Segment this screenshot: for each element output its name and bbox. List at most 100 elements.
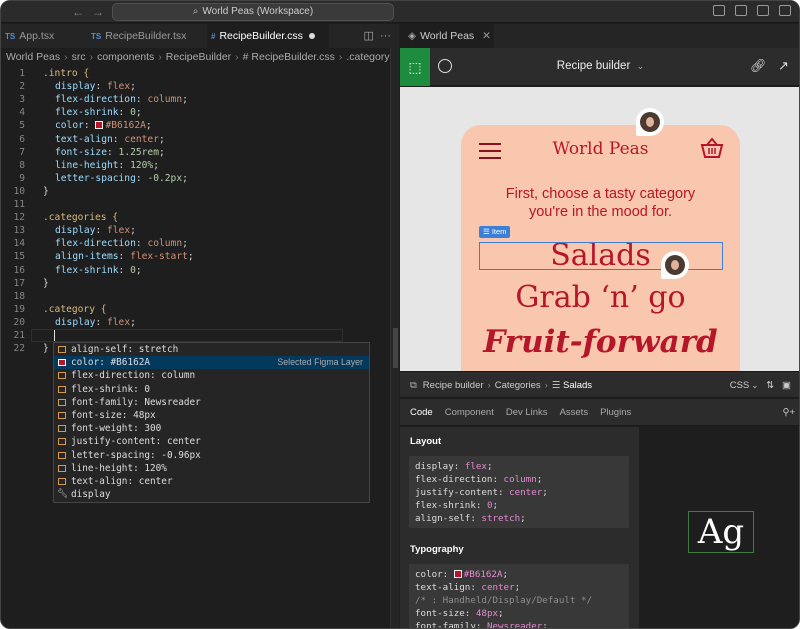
tab-recipebuilder-tsx[interactable]: TS RecipeBuilder.tsx xyxy=(87,24,205,48)
breadcrumb-item[interactable]: components xyxy=(97,51,154,63)
tab-plugins[interactable]: Plugins xyxy=(600,407,631,418)
tab-recipebuilder-css[interactable]: # RecipeBuilder.css xyxy=(207,24,329,48)
code-line[interactable]: 12 .categories { xyxy=(1,211,391,224)
css-value: Newsreader xyxy=(486,621,543,629)
add-link-icon[interactable]: ⚲+ xyxy=(782,399,795,426)
breadcrumb-item[interactable]: Recipe builder xyxy=(423,380,484,391)
tab-assets[interactable]: Assets xyxy=(560,407,589,418)
tab-dev-links[interactable]: Dev Links xyxy=(506,407,548,418)
css-icon: # xyxy=(211,32,216,41)
command-center-search[interactable]: ⌕ World Peas (Workspace) xyxy=(112,3,394,21)
code-line[interactable]: 14 flex-direction: column; xyxy=(1,237,391,250)
tab-app-tsx[interactable]: TS App.tsx xyxy=(1,24,87,48)
settings-sliders-icon[interactable]: ⇅ xyxy=(766,380,774,391)
intro-text: First, choose a tasty category you're in … xyxy=(461,185,740,221)
suggestion-item[interactable]: color: #B6162A Selected Figma Layer xyxy=(54,356,369,370)
scrollbar-thumb[interactable] xyxy=(393,328,398,368)
layout-code-block[interactable]: display: flex; flex-direction: column; jus… xyxy=(409,456,629,528)
css-property: font-family xyxy=(415,621,476,629)
code-line[interactable]: 13 display: flex; xyxy=(1,224,391,237)
suggestion-item[interactable]: text-align: center xyxy=(54,475,369,488)
code-line[interactable]: 16 flex-shrink: 0; xyxy=(1,264,391,277)
code-text: flex-shrink: 0; xyxy=(55,264,142,276)
suggestion-item[interactable]: font-size: 48px xyxy=(54,409,369,422)
toggle-sidebar-icon[interactable] xyxy=(712,5,725,16)
wrench-icon: 🔧︎ xyxy=(57,489,69,500)
suggestion-item[interactable]: font-weight: 300 xyxy=(54,422,369,435)
link-icon[interactable]: 🔗︎ xyxy=(750,58,767,74)
editor-scrollbar[interactable] xyxy=(390,48,399,628)
code-line[interactable]: 10} xyxy=(1,185,391,198)
code-line: display: flex; xyxy=(415,461,493,472)
suggestion-item[interactable]: line-height: 120% xyxy=(54,462,369,475)
line-number: 8 xyxy=(19,159,25,171)
code-line[interactable]: 6 text-align: center; xyxy=(1,133,391,146)
breadcrumb-item[interactable]: World Peas xyxy=(6,51,60,63)
inspector-controls: CSS ⌄ ⇅ ▣ xyxy=(730,372,791,399)
breadcrumb-item[interactable]: Categories xyxy=(495,380,541,391)
tab-figma-world-peas[interactable]: ◈ World Peas ✕ xyxy=(400,24,494,48)
suggestion-item[interactable]: 🔧︎ display xyxy=(54,488,369,501)
code-line[interactable]: 9 letter-spacing: -0.2px; xyxy=(1,172,391,185)
code-line[interactable]: 2 display: flex; xyxy=(1,80,391,93)
code-line[interactable]: 8 line-height: 120%; xyxy=(1,159,391,172)
breadcrumb-item[interactable]: Salads xyxy=(563,380,592,391)
tab-code[interactable]: Code xyxy=(410,407,433,418)
code-line[interactable]: 20 display: flex; xyxy=(1,316,391,329)
code-text: line-height: 120%; xyxy=(55,159,159,171)
color-swatch-icon xyxy=(453,570,462,578)
toggle-panel-icon[interactable] xyxy=(734,5,747,16)
css-property: display xyxy=(55,81,96,93)
code-text: color: #B6162A; xyxy=(55,120,152,132)
back-arrow-icon[interactable]: ← xyxy=(72,5,84,19)
more-actions-icon[interactable]: ··· xyxy=(380,30,391,42)
code-line[interactable]: 4 flex-shrink: 0; xyxy=(1,106,391,119)
open-external-icon[interactable]: ↗ xyxy=(778,58,789,74)
category-fruit-forward[interactable]: Fruit-forward xyxy=(461,324,740,360)
suggestion-item[interactable]: justify-content: center xyxy=(54,435,369,448)
code-line[interactable]: 5 color: #B6162A; xyxy=(1,119,391,132)
code-line[interactable]: 1 .intro { xyxy=(1,67,391,80)
code-line[interactable]: 18 xyxy=(1,290,391,303)
brand-logo: World Peas xyxy=(552,139,649,159)
tab-component[interactable]: Component xyxy=(445,407,494,418)
code-line[interactable]: 17} xyxy=(1,277,391,290)
breadcrumb-item[interactable]: RecipeBuilder xyxy=(166,51,231,63)
css-value: center xyxy=(481,582,515,593)
forward-arrow-icon[interactable]: → xyxy=(92,5,104,19)
breadcrumb-item[interactable]: .category xyxy=(346,51,389,63)
line-number: 15 xyxy=(13,251,25,263)
code-line[interactable]: 11 xyxy=(1,198,391,211)
breadcrumb-item[interactable]: src xyxy=(72,51,86,63)
code-line[interactable]: 3 flex-direction: column; xyxy=(1,93,391,106)
suggestion-label: flex-direction: column xyxy=(71,370,196,382)
split-editor-icon[interactable]: ◫ xyxy=(363,30,373,42)
suggestion-item[interactable]: align-self: stretch xyxy=(54,343,369,356)
color-swatch-icon[interactable] xyxy=(95,121,104,130)
code-line[interactable]: 15 align-items: flex-start; xyxy=(1,250,391,263)
toggle-secondary-sidebar-icon[interactable] xyxy=(756,5,769,16)
code-line[interactable]: 7 font-size: 1.25rem; xyxy=(1,146,391,159)
code-line: color: #B6162A; xyxy=(415,569,509,580)
file-title[interactable]: Recipe builder ⌄ xyxy=(400,60,799,72)
suggestion-item[interactable]: letter-spacing: -0.96px xyxy=(54,449,369,462)
typography-code-block[interactable]: color: #B6162A; text-align: center; /* : H… xyxy=(409,564,629,629)
css-property: text-align xyxy=(55,133,113,145)
close-icon[interactable]: ✕ xyxy=(482,30,491,42)
property-icon xyxy=(58,385,66,393)
figma-canvas[interactable]: World Peas First, choose a tasty categor… xyxy=(400,87,799,371)
customize-layout-icon[interactable] xyxy=(779,5,791,16)
code-line: /* : Handheld/Display/Default */ xyxy=(415,594,623,607)
collapse-panel-icon[interactable]: ▣ xyxy=(782,380,791,391)
category-grab-n-go[interactable]: Grab ‘n’ go xyxy=(461,280,740,315)
code-line: flex-shrink: 0; xyxy=(415,500,499,511)
css-property: display xyxy=(55,316,96,328)
code-text: flex-direction: column; xyxy=(55,238,188,250)
language-select[interactable]: CSS xyxy=(730,380,750,391)
code-line[interactable]: 19 .category { xyxy=(1,303,391,316)
suggestion-item[interactable]: font-family: Newsreader xyxy=(54,396,369,409)
suggestion-item[interactable]: flex-direction: column xyxy=(54,369,369,382)
suggestion-item[interactable]: flex-shrink: 0 xyxy=(54,383,369,396)
suggestion-label: align-self: stretch xyxy=(71,344,179,355)
breadcrumb-item[interactable]: # RecipeBuilder.css xyxy=(243,51,335,63)
